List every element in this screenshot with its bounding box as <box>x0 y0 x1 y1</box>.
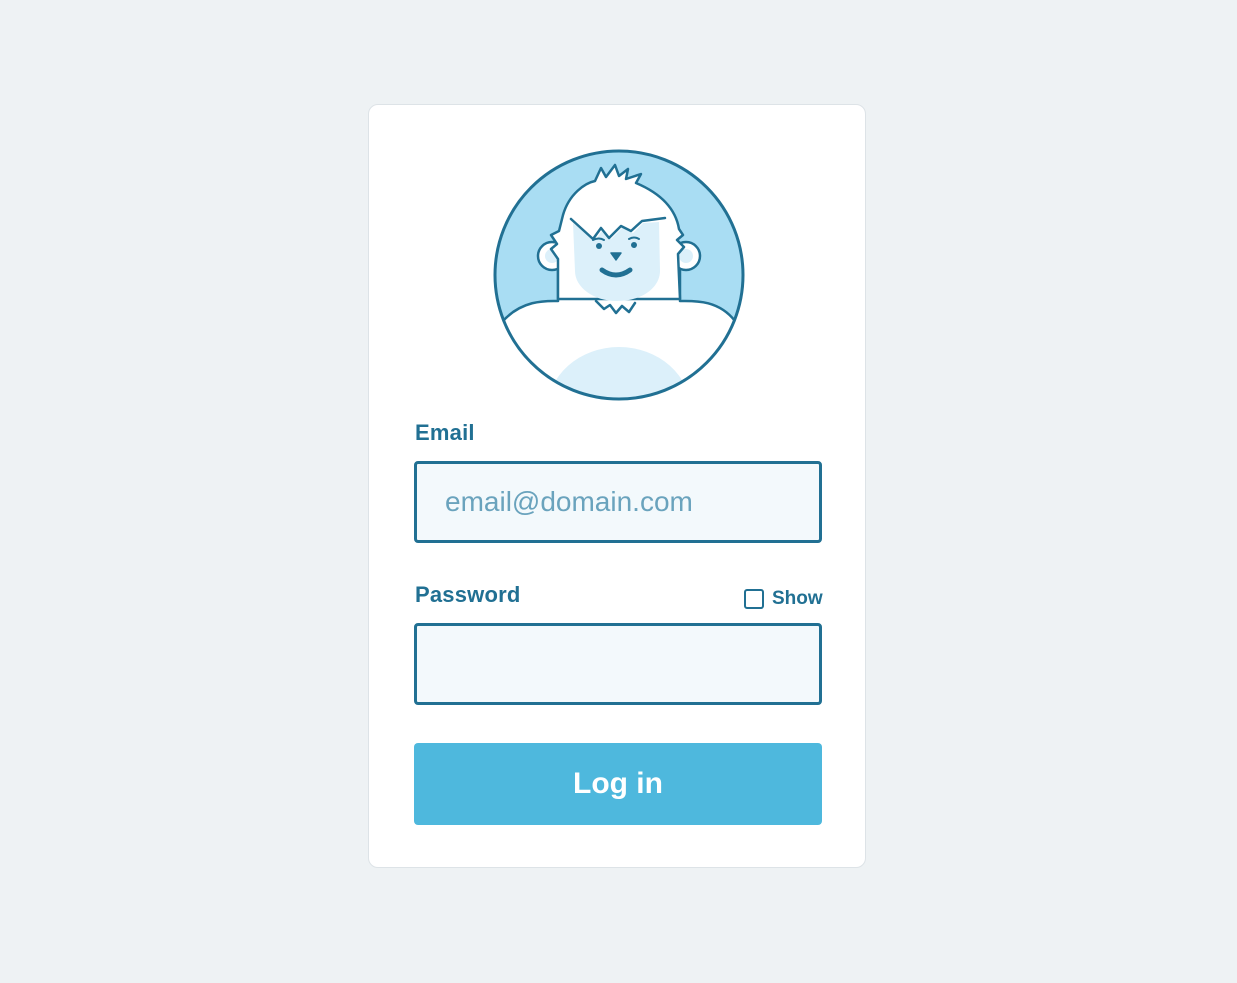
password-input[interactable] <box>414 623 822 705</box>
email-label: Email <box>415 420 475 445</box>
yeti-avatar-icon <box>493 149 745 401</box>
login-card: Email Password Show Log in <box>368 104 866 868</box>
email-input[interactable] <box>414 461 822 543</box>
show-password-label: Show <box>772 588 823 609</box>
password-label: Password <box>415 582 521 607</box>
show-password-toggle[interactable]: Show <box>744 586 823 612</box>
login-button[interactable]: Log in <box>414 743 822 825</box>
show-password-checkbox[interactable] <box>744 589 764 609</box>
